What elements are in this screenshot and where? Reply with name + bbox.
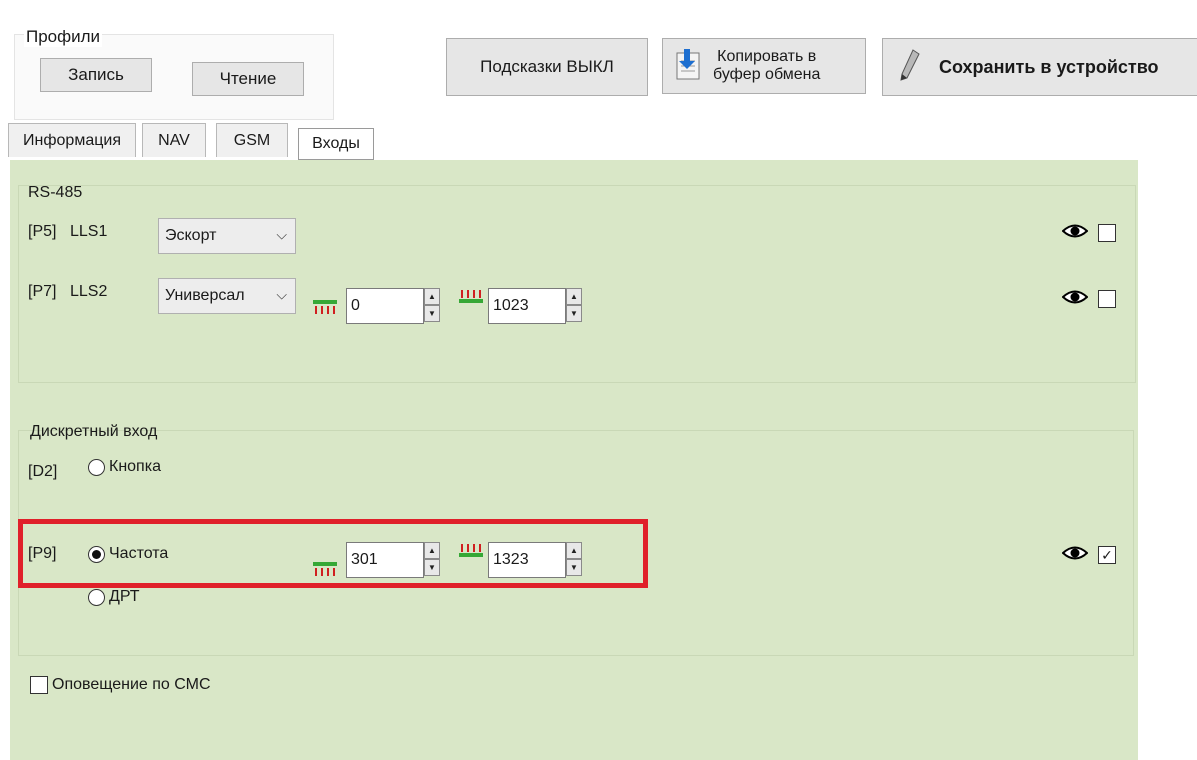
lls1-type-select[interactable]: Эскорт ⌵ xyxy=(158,218,296,254)
lls1-type-value: Эскорт xyxy=(165,227,217,244)
tab-nav[interactable]: NAV xyxy=(142,123,206,157)
p9-drt-radio[interactable]: ДРТ xyxy=(88,588,140,606)
lls2-min-spin-buttons[interactable]: ▲ ▼ xyxy=(424,288,440,324)
d2-port-label: [D2] xyxy=(28,463,58,480)
save-to-device-button[interactable]: Сохранить в устройство xyxy=(882,38,1197,96)
lls1-port-label: [P5] xyxy=(28,223,57,240)
lls2-type-value: Универсал xyxy=(165,287,245,304)
spin-down-icon[interactable]: ▼ xyxy=(566,305,582,322)
tab-info[interactable]: Информация xyxy=(8,123,136,157)
eye-icon xyxy=(1062,224,1088,238)
lls2-max-spin-buttons[interactable]: ▲ ▼ xyxy=(566,288,582,324)
pen-icon xyxy=(897,48,921,87)
spin-up-icon[interactable]: ▲ xyxy=(566,288,582,305)
max-level-icon xyxy=(459,290,483,303)
sms-notify-checkbox-row[interactable]: Оповещение по СМС xyxy=(30,676,211,694)
radio-unchecked-icon[interactable] xyxy=(88,458,105,476)
highlight-frame xyxy=(18,519,648,588)
lls2-min-value[interactable]: 0 xyxy=(346,288,424,324)
eye-icon xyxy=(1062,546,1088,560)
d2-button-radio[interactable]: Кнопка xyxy=(88,458,161,476)
lls2-max-value[interactable]: 1023 xyxy=(488,288,566,324)
lls1-name-label: LLS1 xyxy=(70,223,108,240)
lls2-visible-checkbox[interactable] xyxy=(1098,290,1116,308)
p9-visible-checkbox[interactable]: ✓ xyxy=(1098,546,1116,564)
chevron-down-icon: ⌵ xyxy=(276,286,287,303)
copy-button-label: Копировать в буфер обмена xyxy=(713,48,821,83)
spin-down-icon[interactable]: ▼ xyxy=(424,305,440,322)
read-profile-button[interactable]: Чтение xyxy=(192,62,304,96)
lls2-max-spinbox[interactable]: 1023 ▲ ▼ xyxy=(488,288,582,324)
copy-to-clipboard-button[interactable]: Копировать в буфер обмена xyxy=(662,38,866,94)
lls1-visible-checkbox[interactable] xyxy=(1098,224,1116,242)
chevron-down-icon: ⌵ xyxy=(276,226,287,243)
tab-inputs[interactable]: Входы xyxy=(298,128,374,160)
d2-option-label: Кнопка xyxy=(109,458,161,475)
radio-unchecked-icon[interactable] xyxy=(88,588,105,606)
hints-toggle-button[interactable]: Подсказки ВЫКЛ xyxy=(446,38,648,96)
sms-notify-label: Оповещение по СМС xyxy=(52,676,211,693)
lls2-port-label: [P7] xyxy=(28,283,57,300)
clipboard-icon xyxy=(671,47,703,86)
save-button-label: Сохранить в устройство xyxy=(939,56,1159,77)
discrete-input-title: Дискретный вход xyxy=(30,423,158,440)
lls2-name-label: LLS2 xyxy=(70,283,108,300)
lls2-min-spinbox[interactable]: 0 ▲ ▼ xyxy=(346,288,440,324)
rs485-title: RS-485 xyxy=(28,184,83,201)
spin-up-icon[interactable]: ▲ xyxy=(424,288,440,305)
eye-icon xyxy=(1062,290,1088,304)
sms-notify-checkbox[interactable] xyxy=(30,676,48,694)
min-level-icon xyxy=(313,300,337,314)
lls2-type-select[interactable]: Универсал ⌵ xyxy=(158,278,296,314)
profiles-title: Профили xyxy=(24,27,103,47)
tab-gsm[interactable]: GSM xyxy=(216,123,288,157)
p9-drt-label: ДРТ xyxy=(109,588,140,605)
write-profile-button[interactable]: Запись xyxy=(40,58,152,92)
